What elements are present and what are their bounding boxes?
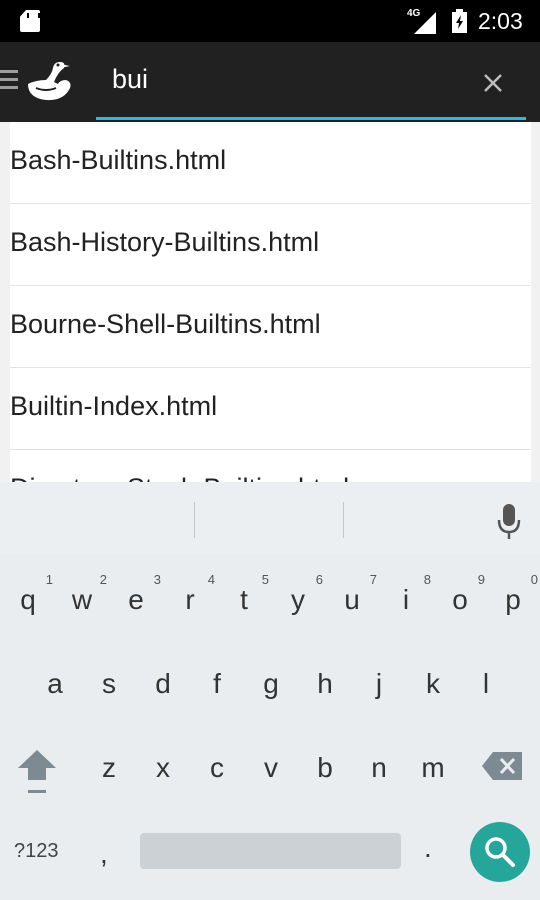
signal-icon [414,12,436,34]
key-x[interactable]: x [138,736,188,796]
key-d[interactable]: d [138,652,188,712]
backspace-icon[interactable] [481,751,523,781]
key-c[interactable]: c [192,736,242,796]
search-key[interactable] [470,822,530,882]
result-item[interactable]: Bash-History-Builtins.html [10,204,531,286]
key-z[interactable]: z [84,736,134,796]
key-period[interactable]: . [424,832,432,864]
key-h[interactable]: h [300,652,350,712]
symbols-mode-key[interactable]: ?123 [14,840,59,863]
result-label: Directory-Stack-Builtins.html [10,473,349,482]
key-s[interactable]: s [84,652,134,712]
key-k[interactable]: k [408,652,458,712]
key-f[interactable]: f [192,652,242,712]
result-item[interactable]: Bourne-Shell-Builtins.html [10,286,531,368]
sd-card-icon [20,10,40,32]
result-item[interactable]: Builtin-Index.html [10,368,531,450]
app-bar: bui [0,42,540,122]
shift-icon[interactable] [16,748,58,798]
clock: 2:03 [478,8,523,34]
key-m[interactable]: m [408,736,458,796]
strip-divider [343,502,344,538]
result-label: Builtin-Index.html [10,391,218,421]
key-n[interactable]: n [354,736,404,796]
key-v[interactable]: v [246,736,296,796]
search-query: bui [112,64,149,94]
key-p[interactable]: 0p [488,568,538,628]
key-t[interactable]: 5t [219,568,269,628]
key-e[interactable]: 3e [111,568,161,628]
key-w[interactable]: 2w [57,568,107,628]
key-l[interactable]: l [461,652,511,712]
menu-icon[interactable] [0,70,18,92]
battery-charging-icon [452,9,467,33]
result-label: Bourne-Shell-Builtins.html [10,309,321,339]
key-u[interactable]: 7u [327,568,377,628]
clear-icon[interactable] [478,68,508,98]
duck-logo-icon[interactable] [24,58,76,104]
key-g[interactable]: g [246,652,296,712]
key-a[interactable]: a [30,652,80,712]
key-y[interactable]: 6y [273,568,323,628]
strip-divider [194,502,195,538]
key-o[interactable]: 9o [435,568,485,628]
results-list: Bash-Builtins.html Bash-History-Builtins… [10,122,531,482]
suggestion-strip [0,482,540,554]
search-icon [485,837,515,867]
result-label: Bash-History-Builtins.html [10,227,320,257]
search-input[interactable]: bui [96,56,526,120]
key-j[interactable]: j [354,652,404,712]
result-label: Bash-Builtins.html [10,145,227,175]
key-q[interactable]: 1q [3,568,53,628]
key-b[interactable]: b [300,736,350,796]
result-item[interactable]: Bash-Builtins.html [10,122,531,204]
mic-icon[interactable] [496,502,522,540]
key-r[interactable]: 4r [165,568,215,628]
key-comma[interactable]: , [100,838,108,870]
search-underline [96,117,526,120]
space-key[interactable] [140,833,401,869]
result-item[interactable]: Directory-Stack-Builtins.html [10,450,531,482]
status-bar: 4G 2:03 [0,0,540,42]
key-i[interactable]: 8i [381,568,431,628]
